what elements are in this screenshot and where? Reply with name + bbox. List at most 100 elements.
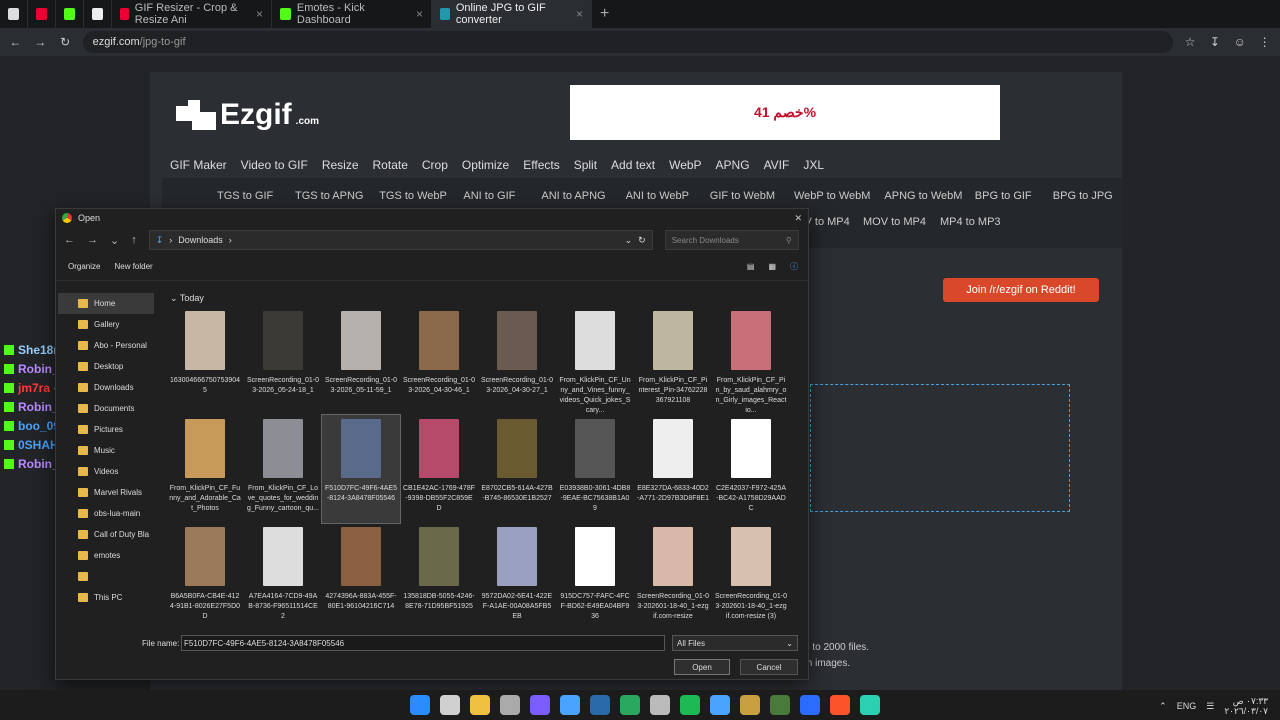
sidebar-item[interactable]: Abo - Personal [58, 335, 154, 356]
new-folder-button[interactable]: New folder [114, 262, 152, 271]
sidebar-item[interactable]: Home [58, 293, 154, 314]
search-input[interactable]: Search Downloads ⚲ [664, 230, 799, 250]
file-item[interactable]: ScreenRecording_01-03-2026_04-30-27_1 [478, 307, 556, 415]
sidebar-item[interactable]: obs-lua-main [58, 503, 154, 524]
dialog-close-icon[interactable]: ✕ [794, 213, 802, 224]
sidebar-item[interactable] [58, 566, 154, 587]
sidebar-item[interactable]: Documents [58, 398, 154, 419]
preview-pane-icon[interactable]: ▦ [768, 262, 776, 271]
browser-tab[interactable] [84, 0, 112, 28]
file-item[interactable]: CB1E42AC-1769-478F-9398-DB55F2C859ED [400, 415, 478, 523]
group-header[interactable]: ⌄ Today [170, 293, 802, 307]
file-item[interactable]: 1630046667507539045 [166, 307, 244, 415]
taskbar-app-icon[interactable] [530, 695, 550, 715]
taskbar-app-icon[interactable] [710, 695, 730, 715]
file-item[interactable]: ScreenRecording_01-03-2026_04-30-46_1 [400, 307, 478, 415]
forward-icon[interactable]: → [87, 234, 98, 246]
file-item[interactable]: A7EA4164-7CD9-49AB-8736-F96511514CE2 [244, 523, 322, 631]
back-icon[interactable]: ← [64, 234, 75, 246]
nav-item[interactable]: Split [574, 158, 597, 172]
subnav-item[interactable]: APNG to WebM [884, 190, 962, 202]
subnav-item[interactable]: ANI to WebP [626, 190, 689, 202]
breadcrumb[interactable]: ↧ › Downloads › ⌄ ↻ [148, 230, 653, 250]
taskbar-app-icon[interactable] [860, 695, 880, 715]
nav-item[interactable]: Effects [523, 158, 559, 172]
subnav-item[interactable]: MOV to MP4 [863, 216, 926, 228]
nav-item[interactable]: WebP [669, 158, 701, 172]
taskbar-app-icon[interactable] [440, 695, 460, 715]
browser-tab[interactable] [28, 0, 56, 28]
subnav-item[interactable]: TGS to GIF [217, 190, 273, 202]
file-item[interactable]: From_KlickPin_CF_Love_quotes_for_wedding… [244, 415, 322, 523]
taskbar-app-icon[interactable] [410, 695, 430, 715]
subnav-item[interactable]: BPG to JPG [1053, 190, 1113, 202]
browser-tab[interactable]: Online JPG to GIF converter × [432, 0, 592, 28]
file-item[interactable]: ScreenRecording_01-03-2026_05-11-59_1 [322, 307, 400, 415]
file-item[interactable]: 915DC757-FAFC-4FCF-BD62-E49EA04BF936 [556, 523, 634, 631]
file-item[interactable]: From_KlickPin_CF_Pin_by_saud_alahmry_on_… [712, 307, 790, 415]
sidebar-item[interactable]: Music [58, 440, 154, 461]
upload-drop-zone[interactable] [810, 384, 1070, 512]
subnav-item[interactable]: ANI to APNG [541, 190, 605, 202]
browser-tab[interactable]: Emotes - Kick Dashboard × [272, 0, 432, 28]
taskbar-app-icon[interactable] [680, 695, 700, 715]
new-tab-icon[interactable]: + [600, 5, 609, 23]
nav-item[interactable]: AVIF [764, 158, 790, 172]
nav-item[interactable]: JXL [803, 158, 824, 172]
tab-close-icon[interactable]: × [576, 7, 583, 21]
nav-item[interactable]: GIF Maker [170, 158, 227, 172]
view-icon[interactable]: ▤ [747, 262, 755, 271]
tray-up-icon[interactable]: ⌃ [1159, 701, 1167, 712]
browser-tab[interactable] [56, 0, 84, 28]
profile-icon[interactable]: ☺ [1232, 35, 1247, 49]
wifi-icon[interactable]: ☰ [1206, 701, 1214, 712]
taskbar-app-icon[interactable] [770, 695, 790, 715]
sidebar-item[interactable]: Call of Duty Bla [58, 524, 154, 545]
taskbar-app-icon[interactable] [800, 695, 820, 715]
nav-item[interactable]: APNG [716, 158, 750, 172]
subnav-item[interactable]: ANI to GIF [463, 190, 515, 202]
file-item[interactable]: E03938B0-3061-4DB8-9EAE-BC75638B1A09 [556, 415, 634, 523]
nav-item[interactable]: Optimize [462, 158, 509, 172]
nav-item[interactable]: Resize [322, 158, 359, 172]
taskbar-app-icon[interactable] [560, 695, 580, 715]
file-item[interactable]: 135818DB-5055-4246-8E78-71D95BF51925 [400, 523, 478, 631]
language[interactable]: ENG [1177, 701, 1197, 711]
filetype-select[interactable]: All Files ⌄ [672, 635, 798, 651]
taskbar-app-icon[interactable] [470, 695, 490, 715]
taskbar-app-icon[interactable] [740, 695, 760, 715]
help-icon[interactable]: ⓘ [790, 261, 798, 272]
subnav-item[interactable]: MP4 to MP3 [940, 216, 1001, 228]
reload-icon[interactable]: ↻ [58, 35, 73, 49]
chevron-down-icon[interactable]: ⌄ [110, 234, 119, 247]
subnav-item[interactable]: WebP to WebM [794, 190, 870, 202]
sidebar-item[interactable]: Videos [58, 461, 154, 482]
download-icon[interactable]: ↧ [1207, 35, 1222, 49]
cancel-button[interactable]: Cancel [740, 659, 798, 675]
reddit-button[interactable]: Join /r/ezgif on Reddit! [943, 278, 1099, 302]
browser-tab[interactable] [0, 0, 28, 28]
sidebar-item[interactable]: Downloads [58, 377, 154, 398]
file-item[interactable]: ScreenRecording_01-03-202601-18-40_1-ezg… [712, 523, 790, 631]
browser-tab[interactable]: GIF Resizer - Crop & Resize Ani × [112, 0, 272, 28]
taskbar-app-icon[interactable] [500, 695, 520, 715]
ezgif-logo[interactable]: Ezgif .com [176, 98, 319, 132]
sidebar-item[interactable]: Gallery [58, 314, 154, 335]
nav-item[interactable]: Crop [422, 158, 448, 172]
forward-icon[interactable]: → [33, 35, 48, 49]
subnav-item[interactable]: BPG to GIF [975, 190, 1032, 202]
file-item[interactable]: E8702CB5-614A-427B-B745-86530E1B2527 [478, 415, 556, 523]
back-icon[interactable]: ← [8, 35, 23, 49]
tab-close-icon[interactable]: × [416, 7, 423, 21]
file-item[interactable]: F510D7FC-49F6-4AE5-8124-3A8478F05546 [321, 414, 401, 524]
tab-close-icon[interactable]: × [256, 7, 263, 21]
file-item[interactable]: From_KlickPin_CF_Unny_and_Vines_funny_vi… [556, 307, 634, 415]
sidebar-item[interactable]: Pictures [58, 419, 154, 440]
nav-item[interactable]: Rotate [373, 158, 408, 172]
organize-button[interactable]: Organize [68, 262, 100, 271]
sidebar-item[interactable]: Marvel Rivals [58, 482, 154, 503]
file-item[interactable]: ScreenRecording_01-03-2026_05-24-18_1 [244, 307, 322, 415]
taskbar-app-icon[interactable] [590, 695, 610, 715]
file-item[interactable]: E8E327DA-6833-40D2-A771-2D97B3D8F8E1 [634, 415, 712, 523]
subnav-item[interactable]: TGS to WebP [379, 190, 447, 202]
